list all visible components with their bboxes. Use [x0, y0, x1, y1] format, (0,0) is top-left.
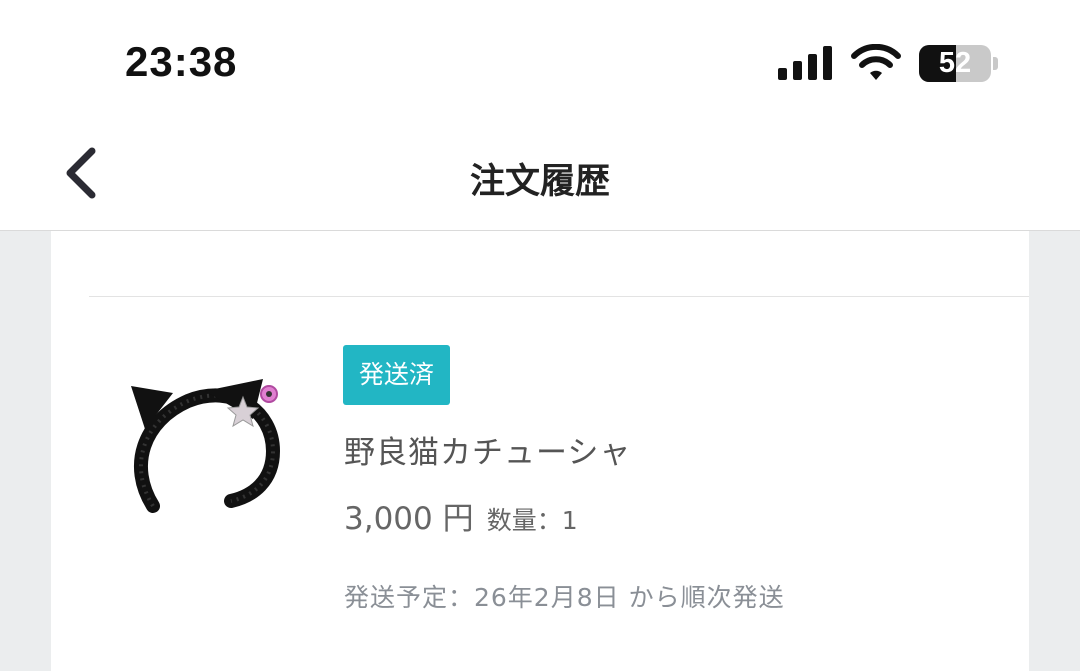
nav-bar: 注文履歴: [0, 125, 1080, 231]
page-title: 注文履歴: [469, 162, 610, 202]
battery-percent: 52: [938, 47, 972, 79]
product-thumbnail[interactable]: [113, 371, 293, 521]
price: 3,000 円: [344, 501, 474, 537]
divider: [89, 296, 1029, 297]
price-row: 3,000 円 数量：1: [344, 493, 578, 538]
status-time: 23:38: [125, 38, 238, 85]
status-badge: 発送済: [343, 345, 451, 405]
screen: 23:38 52 注文履歴 発送済 野良猫カチューシャ 3,000 円 数量：1…: [0, 0, 1080, 671]
order-card[interactable]: 発送済 野良猫カチューシャ 3,000 円 数量：1 発送予定：26年2月8日 …: [51, 231, 1029, 671]
battery-tip: [993, 57, 998, 70]
cellular-signal-icon: [778, 46, 832, 80]
quantity: 数量：1: [486, 506, 578, 535]
battery-icon: 52: [919, 45, 991, 82]
product-name[interactable]: 野良猫カチューシャ: [344, 427, 631, 472]
shipping-note: 発送予定：26年2月8日 から順次発送: [344, 583, 785, 612]
wifi-icon: [851, 44, 901, 80]
status-bar: 23:38 52: [0, 0, 1080, 125]
